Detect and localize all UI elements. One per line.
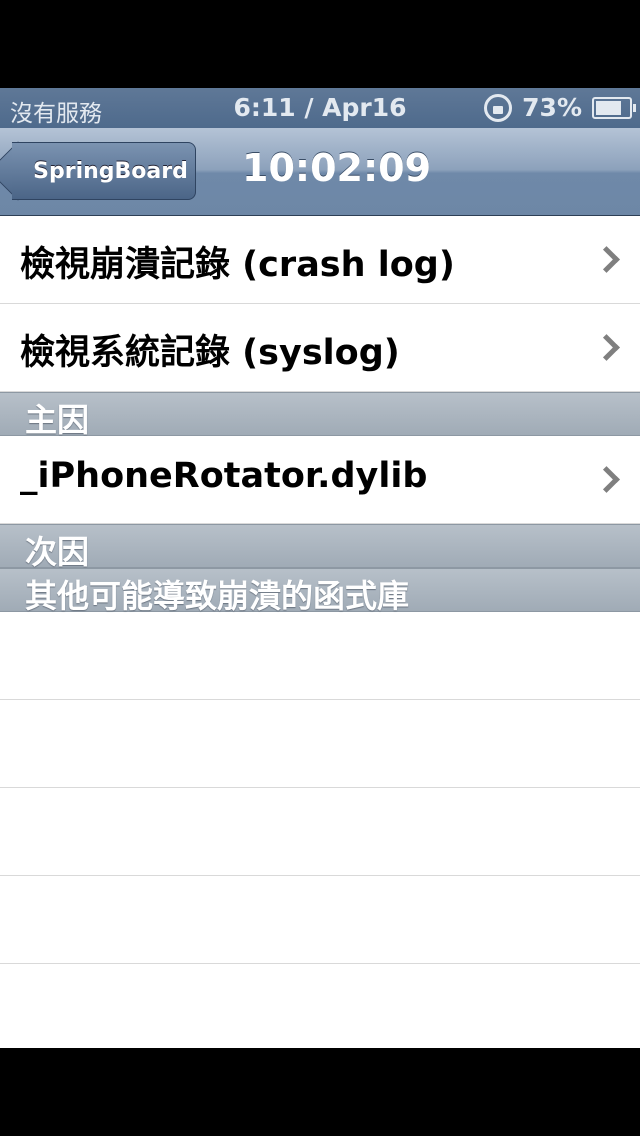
empty-row <box>0 964 640 1048</box>
battery-icon <box>592 96 636 119</box>
empty-row <box>0 788 640 876</box>
chevron-right-icon <box>593 334 620 361</box>
screen: 沒有服務 6:11 / Apr16 73% SpringBoard 10:02:… <box>0 0 640 1136</box>
view-syslog-row[interactable]: 檢視系統記錄 (syslog) <box>0 304 640 392</box>
section-label: 其他可能導致崩潰的函式庫 <box>25 577 410 615</box>
battery-percentage: 73% <box>522 93 582 122</box>
status-right: 73% <box>484 93 636 122</box>
primary-cause-row[interactable]: _iPhoneRotator.dylib <box>0 436 640 524</box>
back-button-wrapper: SpringBoard <box>0 128 200 216</box>
chevron-right-icon <box>593 466 620 493</box>
chevron-right-icon <box>593 246 620 273</box>
section-header-other: 其他可能導致崩潰的函式庫 <box>0 568 640 615</box>
battery-fill <box>596 100 622 115</box>
empty-row <box>0 876 640 964</box>
section-header-secondary: 次因 <box>0 524 640 571</box>
row-label: 檢視系統記錄 (syslog) <box>20 333 400 373</box>
view-crash-log-row[interactable]: 檢視崩潰記錄 (crash log) <box>0 216 640 304</box>
orientation-lock-icon <box>484 93 513 122</box>
navigation-bar: SpringBoard 10:02:09 <box>0 128 640 216</box>
status-bar: 沒有服務 6:11 / Apr16 73% <box>0 88 640 128</box>
back-button[interactable]: SpringBoard <box>12 142 196 200</box>
row-label: _iPhoneRotator.dylib <box>20 456 428 496</box>
section-label: 次因 <box>25 533 90 571</box>
section-header-primary: 主因 <box>0 392 640 439</box>
row-label: 檢視崩潰記錄 (crash log) <box>20 245 455 285</box>
table-view: 檢視崩潰記錄 (crash log) 檢視系統記錄 (syslog) 主因 _i… <box>0 216 640 1048</box>
nav-title: 10:02:09 <box>242 146 432 190</box>
section-label: 主因 <box>25 401 90 439</box>
empty-row <box>0 700 640 788</box>
empty-row <box>0 612 640 700</box>
